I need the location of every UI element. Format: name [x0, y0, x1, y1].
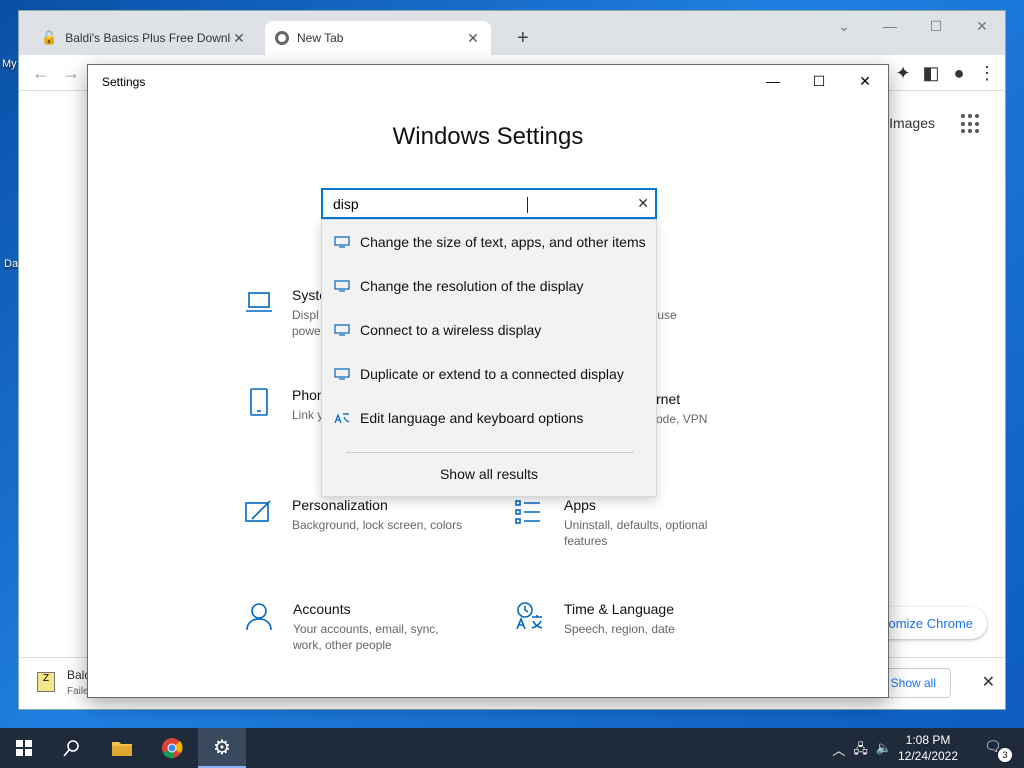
minimize-button[interactable]: —: [867, 11, 913, 41]
laptop-icon: [246, 292, 272, 312]
tab-title: Baldi's Basics Plus Free Downloa: [65, 31, 231, 45]
monitor-icon: [334, 368, 350, 380]
category-personalization[interactable]: Personalization Background, lock screen,…: [244, 497, 494, 557]
folder-icon: [112, 742, 132, 756]
category-desc: Background, lock screen, colors: [292, 518, 463, 532]
suggestion-label: Connect to a wireless display: [360, 322, 542, 338]
paintbrush-icon: [245, 500, 271, 522]
tab-strip: 🔓 Baldi's Basics Plus Free Downloa ✕ New…: [19, 11, 1005, 55]
window-title: Settings: [102, 75, 146, 89]
tab-search-icon[interactable]: ⌄: [821, 11, 867, 41]
suggestion-label: Change the size of text, apps, and other…: [360, 234, 646, 250]
notification-button[interactable]: 🗨 3: [984, 738, 1012, 762]
suggestion-item[interactable]: Connect to a wireless display: [322, 308, 656, 352]
category-name: Phon: [292, 387, 325, 403]
category-apps[interactable]: Apps Uninstall, defaults, optional featu…: [514, 497, 764, 557]
back-arrow-icon[interactable]: ←: [29, 61, 53, 85]
new-tab-button[interactable]: +: [517, 27, 529, 50]
language-icon: [334, 413, 350, 424]
clock-time: 1:08 PM: [905, 733, 951, 747]
clock-date: 12/24/2022: [897, 749, 959, 763]
maximize-button[interactable]: ☐: [796, 65, 842, 97]
notification-badge: 3: [998, 748, 1012, 762]
settings-button[interactable]: ⚙: [198, 728, 246, 768]
window-controls: ⌄ — ☐ ✕: [821, 11, 1005, 41]
close-icon[interactable]: ✕: [637, 195, 649, 212]
windows-icon: [16, 740, 32, 756]
clock[interactable]: 1:08 PM 12/24/2022: [888, 732, 968, 764]
profile-icon[interactable]: ●: [947, 61, 971, 85]
page-title: Windows Settings: [392, 123, 584, 150]
phone-icon: [250, 388, 268, 416]
close-icon[interactable]: ✕: [231, 30, 247, 47]
settings-titlebar: Settings — ☐ ✕: [88, 65, 888, 97]
forward-arrow-icon[interactable]: →: [59, 61, 83, 85]
person-icon: [246, 603, 272, 631]
search-icon: [63, 740, 79, 757]
gear-icon: ⚙: [213, 736, 231, 759]
search-input[interactable]: disp: [333, 196, 359, 212]
suggestion-label: Edit language and keyboard options: [360, 410, 584, 426]
download-status: Faile: [67, 686, 89, 697]
tab-title: New Tab: [297, 31, 344, 45]
system-tray: ︿ 🖧 🔈: [832, 740, 892, 762]
side-panel-icon[interactable]: ◧: [919, 61, 943, 85]
close-button[interactable]: ✕: [959, 11, 1005, 41]
text-cursor: [527, 197, 528, 213]
monitor-icon: [334, 236, 350, 248]
time-language-icon: [516, 602, 543, 630]
suggestion-item[interactable]: Change the resolution of the display: [322, 264, 656, 308]
suggestion-item[interactable]: Duplicate or extend to a connected displ…: [322, 352, 656, 396]
category-name: Time & Language: [564, 601, 674, 617]
category-desc: Uninstall, defaults, optional features: [564, 518, 708, 548]
extensions-icon[interactable]: ✦: [891, 61, 915, 85]
category-name: Personalization: [292, 497, 388, 513]
category-desc: Your accounts, email, sync, work, other …: [293, 622, 439, 652]
chrome-icon: [275, 31, 289, 45]
category-desc: Speech, region, date: [564, 622, 675, 636]
apps-grid-icon[interactable]: [961, 114, 981, 134]
category-desc: Displ powe: [292, 308, 321, 338]
start-button[interactable]: [0, 728, 48, 768]
category-name: Apps: [564, 497, 596, 513]
suggestion-label: Duplicate or extend to a connected displ…: [360, 366, 624, 382]
monitor-icon: [334, 280, 350, 292]
category-accounts[interactable]: Accounts Your accounts, email, sync, wor…: [244, 601, 494, 661]
zip-file-icon: Z: [37, 672, 55, 692]
desktop-icon-label[interactable]: Da: [4, 258, 18, 270]
suggestion-item[interactable]: Change the size of text, apps, and other…: [322, 220, 656, 264]
show-all-results-link[interactable]: Show all results: [322, 466, 656, 482]
taskbar: ⚙ ︿ 🖧 🔈 1:08 PM 12/24/2022 🗨 3: [0, 728, 1024, 768]
search-suggestions: Change the size of text, apps, and other…: [321, 219, 657, 497]
divider: [346, 452, 634, 453]
apps-list-icon: [515, 500, 540, 524]
suggestion-label: Change the resolution of the display: [360, 278, 584, 294]
minimize-button[interactable]: —: [750, 65, 796, 97]
search-button[interactable]: [48, 728, 96, 768]
file-explorer-button[interactable]: [98, 728, 146, 768]
tab-new-tab[interactable]: New Tab ✕: [265, 21, 491, 55]
settings-search-box[interactable]: disp ✕: [321, 188, 657, 219]
lock-icon: 🔓: [41, 30, 58, 45]
tab-baldi[interactable]: 🔓 Baldi's Basics Plus Free Downloa ✕: [31, 21, 257, 55]
settings-window: Settings — ☐ ✕ Windows Settings Syste Di…: [87, 64, 889, 698]
category-time-language[interactable]: Time & Language Speech, region, date: [514, 601, 764, 651]
close-button[interactable]: ✕: [842, 65, 888, 97]
images-link[interactable]: Images: [889, 115, 935, 131]
category-name: Accounts: [293, 601, 351, 617]
category-name: rnet: [656, 391, 681, 407]
monitor-icon: [334, 324, 350, 336]
chevron-up-icon[interactable]: ︿: [832, 740, 845, 762]
menu-icon[interactable]: ⋮: [975, 61, 999, 85]
chrome-icon: [162, 738, 183, 759]
network-icon[interactable]: 🖧: [853, 740, 868, 762]
desktop-icon-label[interactable]: My: [2, 58, 17, 70]
close-icon[interactable]: ✕: [982, 672, 995, 692]
maximize-button[interactable]: ☐: [913, 11, 959, 41]
close-icon[interactable]: ✕: [465, 30, 481, 47]
window-controls: — ☐ ✕: [750, 65, 888, 97]
category-desc: ode, VPN: [656, 412, 708, 426]
chrome-button[interactable]: [148, 728, 196, 768]
suggestion-item[interactable]: Edit language and keyboard options: [322, 396, 656, 440]
